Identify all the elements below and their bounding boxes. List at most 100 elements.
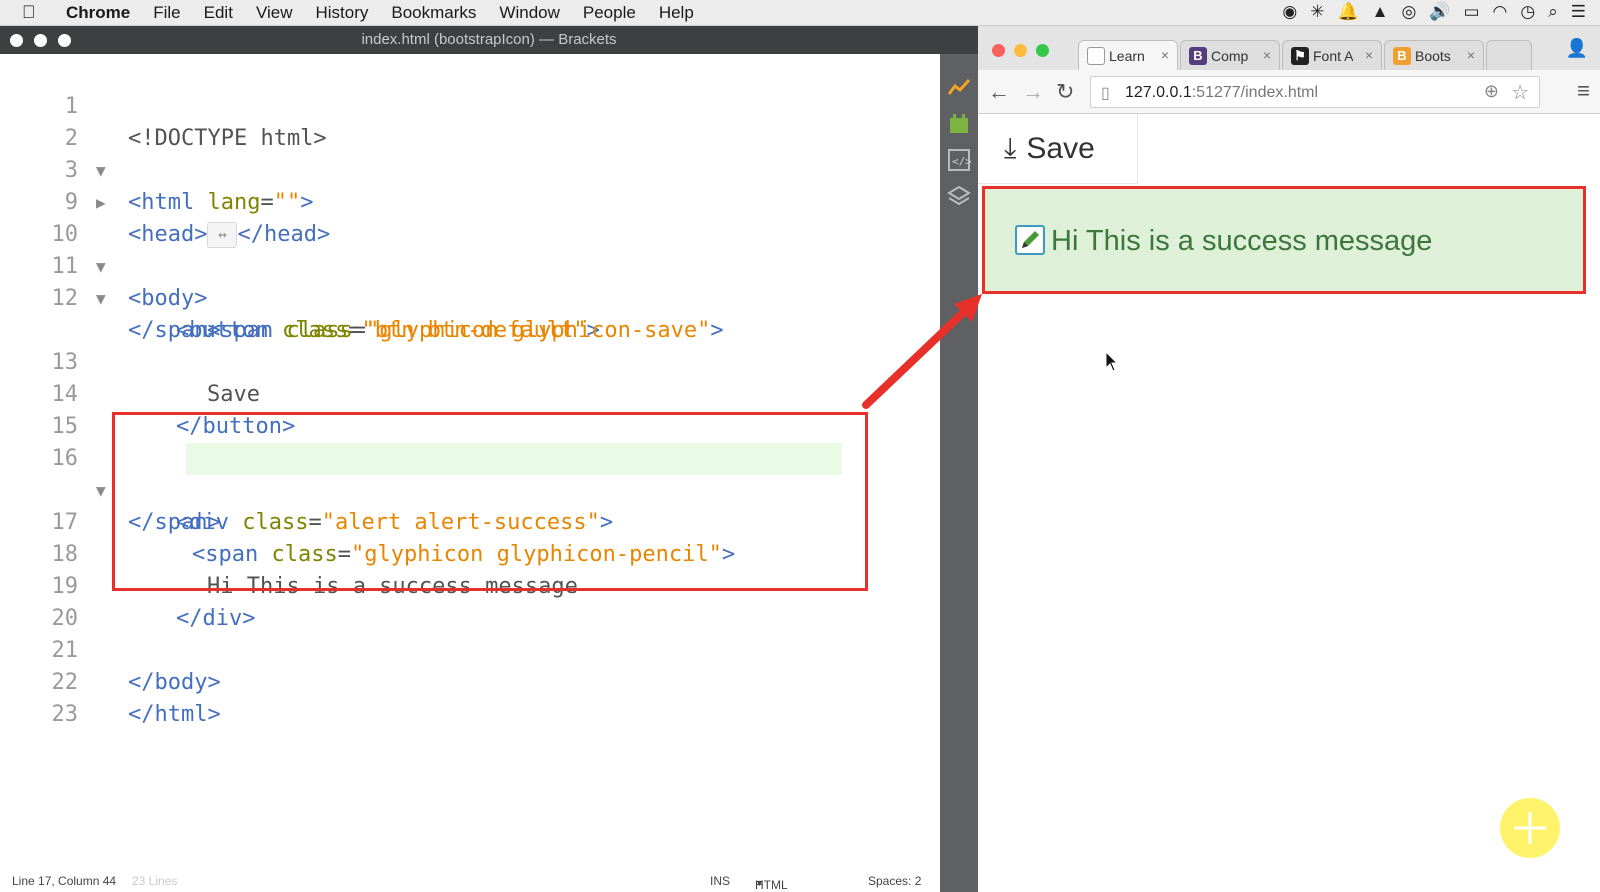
menu-icon[interactable]: ≡: [1577, 78, 1590, 104]
layers-icon[interactable]: [947, 184, 971, 208]
bookmark-star-icon[interactable]: ☆: [1511, 80, 1529, 105]
svg-text:</>: </>: [952, 155, 971, 168]
back-icon[interactable]: ←: [988, 79, 1010, 105]
record-icon[interactable]: ◉: [1282, 2, 1297, 22]
menu-history[interactable]: History: [315, 3, 368, 23]
collapsed-region-marker[interactable]: ↔: [207, 222, 238, 248]
menu-file[interactable]: File: [153, 3, 180, 23]
code-token: >: [300, 190, 314, 215]
apple-icon[interactable]: : [22, 2, 48, 23]
close-tab-icon[interactable]: ×: [1365, 47, 1373, 63]
fold-arrow-icon[interactable]: ▼: [96, 475, 106, 507]
indent-setting[interactable]: Spaces: 2: [868, 874, 921, 888]
code-token: </body>: [128, 670, 221, 695]
save-button[interactable]: ⤓ Save: [978, 114, 1138, 184]
menu-people[interactable]: People: [583, 3, 636, 23]
fold-collapsed-arrow-icon[interactable]: ▶: [96, 187, 106, 219]
screen: { "menubar": { "app": "Chrome", "items":…: [0, 0, 1600, 892]
minimize-window-button[interactable]: [1014, 44, 1027, 57]
drive-icon[interactable]: ▲: [1372, 2, 1389, 22]
menu-window[interactable]: Window: [499, 3, 559, 23]
fold-arrow-icon[interactable]: ▼: [96, 251, 106, 283]
menu-help[interactable]: Help: [659, 3, 694, 23]
macos-menubar:  Chrome File Edit View History Bookmark…: [0, 0, 1600, 26]
close-tab-icon[interactable]: ×: [1263, 47, 1271, 63]
creative-cloud-icon[interactable]: ◎: [1401, 2, 1416, 22]
live-preview-icon[interactable]: [947, 76, 971, 100]
close-window-button[interactable]: [992, 44, 1005, 57]
menu-bookmarks[interactable]: Bookmarks: [391, 3, 476, 23]
code-token: >: [710, 318, 724, 343]
tab-learn[interactable]: Learn ×: [1078, 40, 1178, 70]
tab-label: Comp: [1211, 47, 1249, 64]
wifi-icon[interactable]: ◠: [1493, 2, 1508, 22]
extension-manager-icon[interactable]: [947, 112, 971, 136]
page-icon: [1087, 46, 1105, 65]
insert-mode-toggle[interactable]: INS: [710, 874, 730, 888]
menu-view[interactable]: View: [256, 3, 293, 23]
tab-components[interactable]: B Comp ×: [1180, 40, 1280, 70]
new-tab-button[interactable]: [1486, 40, 1532, 70]
page-icon: ▯: [1101, 85, 1110, 102]
code-token: "": [273, 190, 301, 215]
fold-arrow-icon[interactable]: ▼: [96, 283, 106, 315]
brackets-titlebar: index.html (bootstrapIcon) — Brackets: [0, 26, 978, 54]
code-token: </head>: [237, 222, 331, 247]
code-token: </span>: [128, 318, 221, 343]
zoom-icon[interactable]: ⊕: [1484, 81, 1499, 102]
download-icon: ⤓: [1004, 132, 1017, 163]
brightness-icon[interactable]: ✳: [1310, 2, 1324, 22]
code-token: =: [260, 190, 274, 215]
bootstrap-icon: B: [1189, 46, 1207, 65]
code-text: <span class="glyphicon glyphicon-save">: [207, 315, 724, 347]
menu-edit[interactable]: Edit: [204, 3, 233, 23]
address-bar[interactable]: ▯ 127.0.0.1:51277/index.html ⊕ ☆: [1090, 76, 1540, 108]
editor-statusbar: Line 17, Column 44 23 Lines INS HTML ▼ S…: [0, 870, 940, 892]
notification-icon[interactable]: 🔔: [1337, 2, 1358, 22]
clock-icon[interactable]: ◷: [1520, 2, 1535, 22]
close-tab-icon[interactable]: ×: [1161, 47, 1169, 63]
overlay-badge-icon: [1500, 798, 1560, 858]
fold-arrow-icon[interactable]: ▼: [96, 155, 106, 187]
code-line: 1 <!DOCTYPE html>: [0, 59, 327, 151]
code-line: 16 ▼ <div class="alert alert-success">: [0, 411, 614, 535]
code-inspect-icon[interactable]: </>: [947, 148, 971, 172]
tab-strip: Learn × B Comp × ⚑ Font A × B Boots × 👤: [978, 26, 1600, 70]
battery-icon[interactable]: ▭: [1463, 2, 1479, 22]
page-content: ⤓ Save Hi This is a success message: [978, 114, 1600, 892]
code-line: 2 ▼ <html lang="">: [0, 91, 314, 215]
code-line: 23: [0, 667, 79, 727]
line-count: 23 Lines: [132, 874, 178, 888]
save-button-label: Save: [1026, 131, 1095, 165]
tab-label: Font A: [1313, 47, 1354, 64]
code-token: <html: [128, 190, 195, 215]
code-text: <head> ↔ </head>: [128, 219, 330, 251]
url-path: :51277/index.html: [1191, 84, 1319, 101]
spotlight-search-icon[interactable]: ⌕: [1548, 2, 1558, 22]
url-text: 127.0.0.1:51277/index.html: [1125, 84, 1318, 102]
dropdown-arrow-icon: ▼: [755, 878, 764, 888]
profile-icon[interactable]: 👤: [1566, 38, 1588, 59]
mouse-cursor-icon: [1106, 352, 1118, 372]
code-line: 3 ▶ <head> ↔ </head>: [0, 123, 330, 248]
notification-center-icon[interactable]: ☰: [1571, 2, 1586, 22]
pencil-icon: [1015, 225, 1045, 255]
code-text: </div>: [176, 603, 255, 635]
menu-app-chrome[interactable]: Chrome: [66, 3, 130, 23]
cursor-position[interactable]: Line 17, Column 44: [12, 874, 116, 888]
browser-toolbar: ← → ↻ ▯ 127.0.0.1:51277/index.html ⊕ ☆ ≡: [978, 70, 1600, 114]
code-token: =: [352, 318, 366, 343]
zoom-window-button[interactable]: [1036, 44, 1049, 57]
reload-icon[interactable]: ↻: [1056, 79, 1074, 105]
close-tab-icon[interactable]: ×: [1467, 47, 1475, 63]
code-line: 13 Save: [0, 315, 260, 407]
url-host: 127.0.0.1: [1125, 84, 1192, 101]
code-token: <body>: [128, 286, 208, 311]
code-text: Save: [207, 382, 260, 407]
volume-icon[interactable]: 🔊: [1429, 2, 1450, 22]
tab-bootstrap[interactable]: B Boots ×: [1384, 40, 1484, 70]
forward-icon[interactable]: →: [1022, 79, 1044, 105]
tab-font-awesome[interactable]: ⚑ Font A ×: [1282, 40, 1382, 70]
code-token: "glyphicon glyphicon-save": [365, 318, 711, 343]
line-number: 23: [51, 702, 79, 727]
